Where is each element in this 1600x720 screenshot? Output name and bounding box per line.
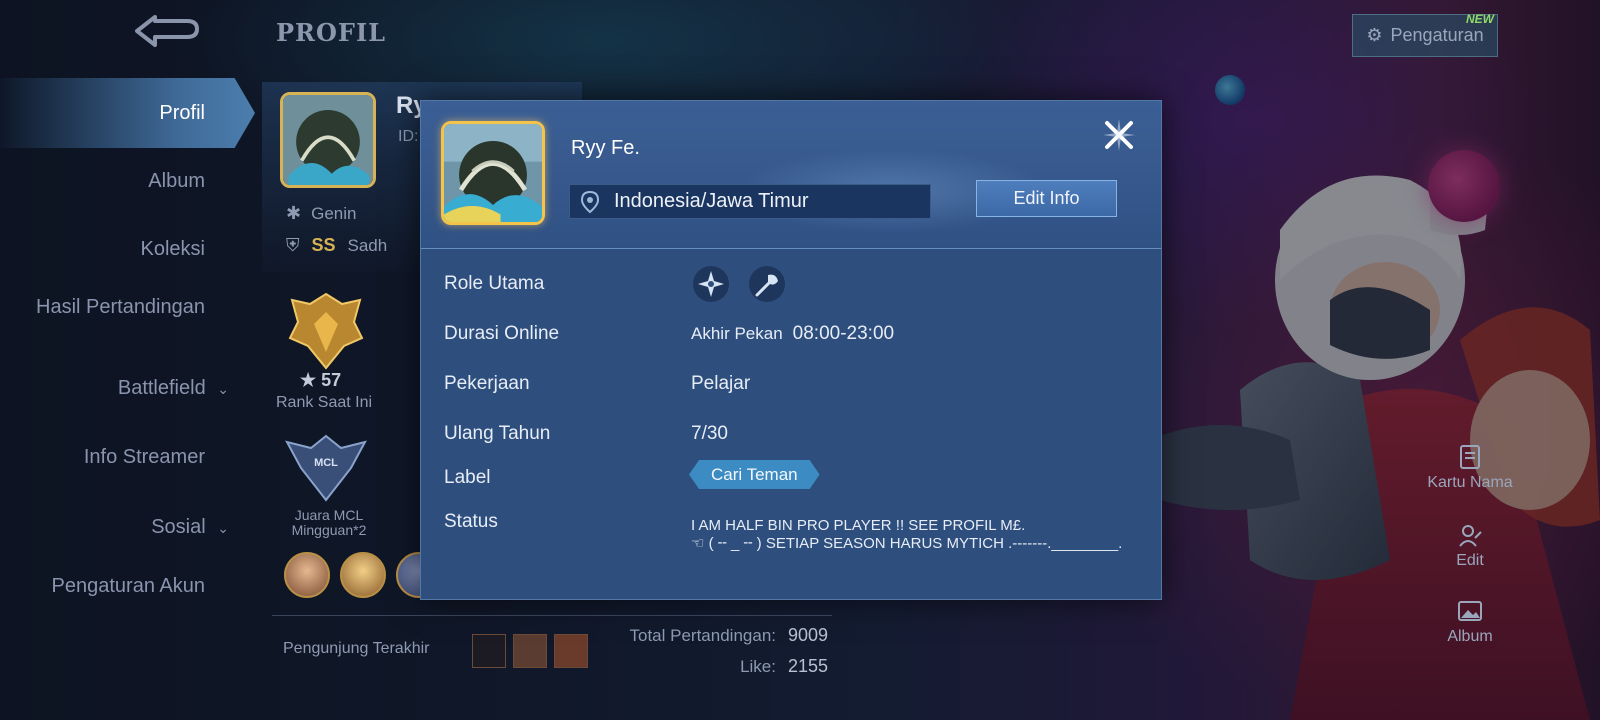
chevron-down-icon: ⌄ [217,380,229,397]
chevron-down-icon: ⌄ [217,519,229,536]
divider [272,615,832,616]
tag-label: Label [444,467,491,488]
back-button[interactable] [128,8,208,54]
total-matches-label: Total Pertandingan: [629,626,777,645]
online-duration-label: Durasi Online [444,323,560,344]
online-time: 08:00-23:00 [792,323,895,344]
like-label: Like: [740,657,776,676]
back-arrow-icon [135,15,199,47]
location-pin-icon [580,190,600,213]
rank-label: Rank Saat Ini [276,394,373,411]
sidebar-item-label: Sosial [151,516,206,538]
album-button[interactable]: Album [1410,598,1530,646]
avatar[interactable] [280,92,376,188]
gear-icon: ⚙ [1366,25,1383,45]
name-card-button[interactable]: Kartu Nama [1410,444,1530,492]
sidebar-item-info-streamer[interactable]: Info Streamer [84,446,205,468]
birthday-value: 7/30 [691,423,728,444]
sidebar-item-battlefield[interactable]: Battlefield ⌄ [118,377,229,400]
location-text: Indonesia/Jawa Timur [614,190,809,212]
settings-label: Pengaturan [1390,25,1484,45]
player-name: Ryy Fe. [571,137,640,159]
job-label: Pekerjaan [444,373,530,394]
new-badge: NEW [1466,12,1494,26]
sidebar-item-label: Album [148,170,205,192]
visitor-avatar[interactable] [554,634,588,668]
sidebar-item-album[interactable]: Album [148,170,205,192]
job-value: Pelajar [691,373,751,394]
badge-text: Sadh [347,235,388,255]
sidebar-item-profil[interactable]: Profil [0,78,255,148]
sidebar-item-label: Info Streamer [83,446,205,468]
sidebar-item-label: Hasil Pertandingan [36,296,205,318]
ss-badge: SS [311,235,336,255]
visitor-avatar[interactable] [472,634,506,668]
profile-info-modal: Ryy Fe. Indonesia/Jawa Timur Edit Info R… [420,100,1162,600]
online-duration-value: Akhir Pekan 08:00-23:00 [691,323,894,345]
ninja-icon: ✱ [286,203,302,223]
visitor-avatar[interactable] [513,634,547,668]
sidebar-item-hasil-pertandingan[interactable]: Hasil Pertandingan [35,296,205,318]
status-label: Status [444,511,498,532]
id-card-icon [1460,445,1480,469]
sidebar-item-label: Battlefield [117,377,206,399]
svg-text:MCL: MCL [314,457,338,469]
modal-avatar [441,121,545,225]
total-matches-value: 9009 [788,625,829,645]
badge-row: ⛨ SS Sadh [286,235,387,256]
profile-id: ID: [398,128,419,145]
assassin-icon [693,266,729,302]
rank-tier-row: ✱ Genin [286,203,356,224]
sidebar-item-label: Pengaturan Akun [51,575,205,597]
close-icon[interactable] [1101,117,1137,153]
hero-avatar[interactable] [340,552,386,598]
edit-icon [1459,525,1482,547]
mcl-emblem-icon: MCL [285,434,367,502]
page-title: PROFIL [276,18,387,47]
sidebar: Profil Album Koleksi Hasil Pertandingan … [0,70,255,720]
edit-info-button[interactable]: Edit Info [976,180,1117,217]
hero-avatar[interactable] [284,552,330,598]
role-icons [693,266,785,302]
role-label: Role Utama [444,273,545,294]
status-text: I AM HALF BIN PRO PLAYER !! SEE PROFIL M… [691,517,1123,552]
rank-stars: ★ 57 [300,370,342,390]
birthday-label: Ulang Tahun [444,423,551,444]
mcl-label: Juara MCL Mingguan*2 [291,507,367,538]
favorite-heroes [284,552,442,598]
tag-chip[interactable]: Cari Teman [689,460,820,489]
image-icon [1458,601,1482,621]
sidebar-item-label: Profil [159,102,205,124]
edit-button[interactable]: Edit [1410,522,1530,570]
rank-tier: Genin [311,203,357,223]
sidebar-item-label: Koleksi [140,238,205,260]
support-icon [749,266,785,302]
like-value: 2155 [788,656,829,676]
modal-header: Ryy Fe. Indonesia/Jawa Timur Edit Info [421,101,1161,249]
shield-icon: ⛨ [286,235,300,255]
online-day: Akhir Pekan [691,324,783,343]
sidebar-item-pengaturan-akun[interactable]: Pengaturan Akun [45,575,205,597]
sidebar-item-sosial[interactable]: Sosial ⌄ [151,516,229,539]
sidebar-item-koleksi[interactable]: Koleksi [141,238,205,260]
visitors-label: Pengunjung Terakhir [283,640,430,657]
visitor-list [472,634,588,668]
location-field: Indonesia/Jawa Timur [569,184,931,219]
rank-emblem-icon [288,292,364,370]
